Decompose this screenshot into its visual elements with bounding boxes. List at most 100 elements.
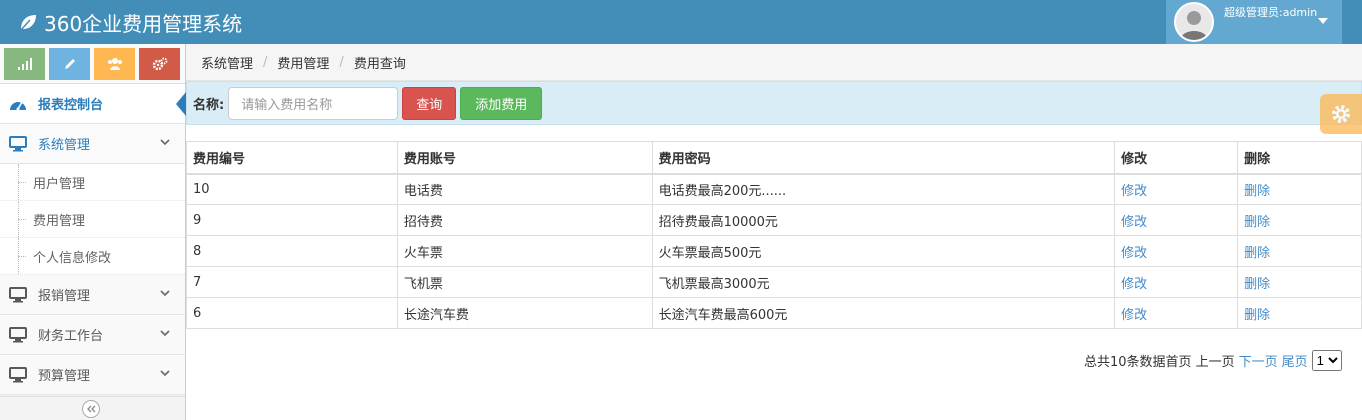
page-select[interactable]: 1 <box>1311 349 1342 371</box>
shortcut-signal-button[interactable] <box>4 48 45 80</box>
column-header: 费用密码 <box>651 141 1116 175</box>
sidebar-subitem-profile[interactable]: 个人信息修改 <box>0 238 185 275</box>
sidebar-item-label: 财务工作台 <box>38 329 104 344</box>
breadcrumb-item[interactable]: 费用管理 <box>277 53 329 72</box>
app-title: 360企业费用管理系统 <box>44 11 243 36</box>
cell-id: 6 <box>186 297 398 329</box>
breadcrumb: 系统管理 / 费用管理 / 费用查询 <box>186 44 1362 81</box>
column-header: 费用账号 <box>396 141 653 175</box>
breadcrumb-separator: / <box>263 54 268 70</box>
cell-password: 长途汽车费最高600元 <box>651 297 1116 329</box>
table-row: 9 招待费 招待费最高10000元 修改 删除 <box>186 204 1362 236</box>
delete-link[interactable]: 删除 <box>1237 266 1362 298</box>
sidebar-item-system[interactable]: 系统管理 <box>0 124 185 164</box>
add-expense-button[interactable]: 添加费用 <box>460 86 543 120</box>
cell-id: 10 <box>186 173 398 205</box>
search-input[interactable]: 请输入费用名称 <box>228 86 399 120</box>
desktop-icon <box>8 286 28 303</box>
desktop-icon <box>8 135 28 152</box>
sidebar-item-budget[interactable]: 预算管理 <box>0 355 185 395</box>
cell-password: 飞机票最高3000元 <box>651 266 1116 298</box>
breadcrumb-item[interactable]: 系统管理 <box>201 53 253 72</box>
desktop-icon <box>8 366 28 383</box>
settings-toggle[interactable] <box>1320 94 1362 134</box>
leaf-icon <box>19 15 36 32</box>
double-chevron-left-icon <box>87 405 96 413</box>
delete-link[interactable]: 删除 <box>1237 297 1362 329</box>
breadcrumb-separator: / <box>339 54 344 70</box>
users-icon <box>107 58 122 70</box>
cell-account: 飞机票 <box>396 266 653 298</box>
sidebar-subitem-label: 费用管理 <box>33 213 86 229</box>
sidebar-item-finance[interactable]: 财务工作台 <box>0 315 185 355</box>
avatar <box>1174 2 1214 42</box>
top-navbar: 360企业费用管理系统 超级管理员:admin <box>0 0 1362 44</box>
shortcut-cogs-button[interactable] <box>139 48 180 80</box>
next-page-link[interactable]: 下一页 <box>1239 351 1278 370</box>
query-button[interactable]: 查询 <box>402 86 457 120</box>
shortcut-users-button[interactable] <box>94 48 135 80</box>
last-page-link[interactable]: 尾页 <box>1282 351 1308 370</box>
sidebar-item-label: 报销管理 <box>38 289 91 304</box>
edit-link[interactable]: 修改 <box>1114 297 1239 329</box>
edit-link[interactable]: 修改 <box>1114 204 1239 236</box>
chevron-down-icon <box>160 370 170 377</box>
edit-link[interactable]: 修改 <box>1114 235 1239 267</box>
chevron-down-icon <box>160 330 170 337</box>
expense-table: 费用编号 费用账号 费用密码 修改 删除 10 电话费 电话费最高200元...… <box>186 141 1362 329</box>
delete-link[interactable]: 删除 <box>1237 173 1362 205</box>
delete-link[interactable]: 删除 <box>1237 204 1362 236</box>
chevron-down-icon <box>160 290 170 297</box>
cell-id: 9 <box>186 204 398 236</box>
cell-password: 招待费最高10000元 <box>651 204 1116 236</box>
edit-link[interactable]: 修改 <box>1114 173 1239 205</box>
sidebar-item-reimbursement[interactable]: 报销管理 <box>0 275 185 315</box>
gear-icon <box>1332 105 1350 123</box>
table-row: 6 长途汽车费 长途汽车费最高600元 修改 删除 <box>186 297 1362 329</box>
sidebar-collapse-button[interactable] <box>82 400 100 418</box>
table-row: 7 飞机票 飞机票最高3000元 修改 删除 <box>186 266 1362 298</box>
cell-account: 电话费 <box>396 173 653 205</box>
pagination-summary: 总共10条数据 <box>1084 354 1166 370</box>
prev-page-text: 上一页 <box>1195 354 1235 370</box>
sidebar-subitem-users[interactable]: 用户管理 <box>0 164 185 201</box>
cell-password: 电话费最高200元...... <box>651 173 1116 205</box>
signal-icon <box>17 58 32 70</box>
breadcrumb-item-current: 费用查询 <box>353 56 406 72</box>
sidebar-subitem-label: 用户管理 <box>33 176 86 192</box>
table-row: 10 电话费 电话费最高200元...... 修改 删除 <box>186 173 1362 205</box>
sidebar-item-label: 报表控制台 <box>38 98 104 113</box>
edit-link[interactable]: 修改 <box>1114 266 1239 298</box>
chevron-down-icon <box>160 139 170 146</box>
user-menu[interactable]: 超级管理员:admin <box>1166 0 1342 44</box>
search-bar: 名称: 请输入费用名称 查询 添加费用 <box>186 81 1362 125</box>
desktop-icon <box>8 326 28 343</box>
sidebar-item-label: 预算管理 <box>38 369 91 384</box>
pencil-icon <box>64 59 75 69</box>
cell-account: 火车票 <box>396 235 653 267</box>
column-header: 修改 <box>1114 141 1239 175</box>
search-placeholder: 请输入费用名称 <box>241 97 333 113</box>
cell-account: 长途汽车费 <box>396 297 653 329</box>
sidebar-subitem-expenses[interactable]: 费用管理 <box>0 201 185 238</box>
table-header-row: 费用编号 费用账号 费用密码 修改 删除 <box>186 141 1362 175</box>
user-name: 超级管理员:admin <box>1224 6 1318 19</box>
cell-id: 7 <box>186 266 398 298</box>
shortcut-pencil-button[interactable] <box>49 48 90 80</box>
delete-link[interactable]: 删除 <box>1237 235 1362 267</box>
column-header: 删除 <box>1237 141 1362 175</box>
caret-down-icon <box>1318 18 1328 24</box>
first-page-text: 首页 <box>1165 354 1192 370</box>
brand[interactable]: 360企业费用管理系统 <box>18 0 242 44</box>
search-label: 名称: <box>193 97 225 113</box>
cell-id: 8 <box>186 235 398 267</box>
table-row: 8 火车票 火车票最高500元 修改 删除 <box>186 235 1362 267</box>
column-header: 费用编号 <box>186 141 398 175</box>
cell-password: 火车票最高500元 <box>651 235 1116 267</box>
dashboard-icon <box>8 96 28 112</box>
sidebar-subitem-label: 个人信息修改 <box>33 250 112 266</box>
sidebar-collapse-bar <box>0 396 185 420</box>
cell-account: 招待费 <box>396 204 653 236</box>
pagination: 总共10条数据 首页 上一页 下一页 尾页 1 <box>1084 349 1342 371</box>
sidebar-item-dashboard[interactable]: 报表控制台 <box>0 84 186 124</box>
